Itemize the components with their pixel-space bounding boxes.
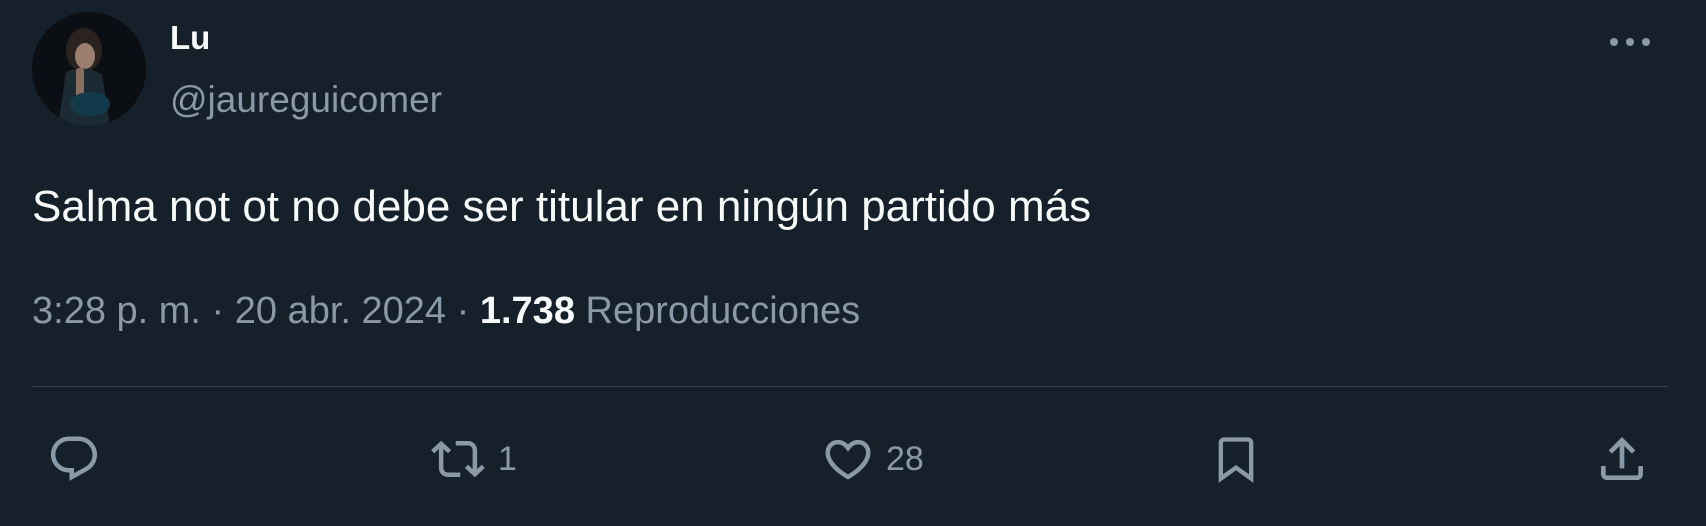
views-count: 1.738 (479, 290, 575, 332)
tweet-date[interactable]: 20 abr. 2024 (235, 290, 446, 332)
share-icon (1601, 437, 1643, 480)
more-options-icon (1610, 38, 1650, 46)
author-display-name[interactable]: Lu (170, 18, 210, 58)
retweet-icon (431, 440, 485, 478)
like-button[interactable]: 28 (820, 428, 924, 490)
avatar[interactable] (32, 12, 146, 126)
meta-separator: · (211, 290, 225, 332)
retweet-count: 1 (498, 440, 517, 478)
reply-button[interactable] (46, 428, 102, 490)
bookmark-button[interactable] (1210, 428, 1262, 490)
tweet-time[interactable]: 3:28 p. m. (32, 290, 201, 332)
author-handle[interactable]: @jaureguicomer (170, 78, 442, 122)
avatar-image (32, 12, 146, 126)
bookmark-icon (1218, 437, 1254, 483)
heart-icon (825, 439, 871, 480)
meta-separator: · (456, 290, 470, 332)
share-button[interactable] (1594, 428, 1650, 490)
tweet-text: Salma not ot no debe ser titular en ning… (32, 182, 1092, 231)
reply-icon (50, 436, 98, 481)
like-count: 28 (886, 440, 924, 478)
views-label: Reproducciones (585, 290, 861, 332)
tweet-meta: 3:28 p. m. · 20 abr. 2024 · 1.738 Reprod… (32, 288, 860, 334)
retweet-button[interactable]: 1 (428, 428, 517, 490)
divider (32, 386, 1668, 387)
more-options-button[interactable] (1600, 18, 1660, 66)
